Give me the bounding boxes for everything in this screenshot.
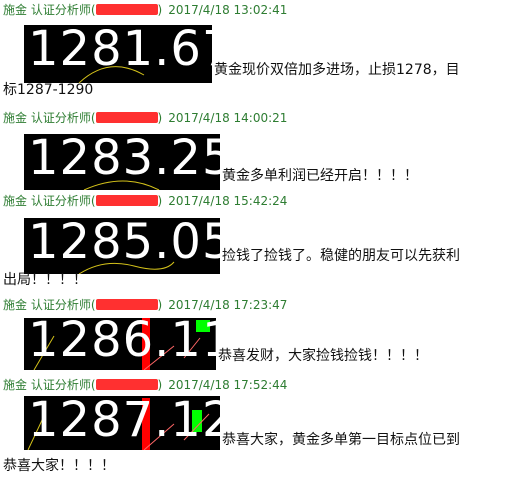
message-timestamp: 2017/4/18 17:52:44 (168, 378, 288, 392)
message-header: 施金 认证分析师() 2017/4/18 13:02:41 (3, 3, 288, 17)
sender-name[interactable]: 施金 认证分析师( (3, 194, 96, 208)
sender-name[interactable]: 施金 认证分析师( (3, 298, 96, 312)
redacted-id (95, 299, 158, 310)
message-timestamp: 2017/4/18 17:23:47 (168, 298, 288, 312)
chat-log: 施金 认证分析师()2017/4/18 13:02:41 1281.67 黄金现… (0, 0, 518, 481)
chat-message: 施金 认证分析师() 2017/4/18 17:52:44 1287.12 恭喜大… (0, 376, 518, 481)
message-text: 捡钱了捡钱了。稳健的朋友可以先获利 (222, 248, 460, 264)
chat-message: 施金 认证分析师() 2017/4/18 15:42:24 1285.05 捡钱了… (0, 192, 518, 296)
chat-message: 施金 认证分析师() 2017/4/18 14:00:21 1283.25 黄金多… (0, 108, 518, 192)
message-text-continued: 出局！！！！ (3, 272, 87, 288)
message-timestamp: 2017/4/18 14:00:21 (168, 111, 288, 125)
message-header: 施金 认证分析师() 2017/4/18 14:00:21 (3, 111, 288, 125)
message-timestamp: 2017/4/18 13:02:41 (168, 3, 288, 17)
sender-name[interactable]: 施金 认证分析师( (3, 3, 96, 17)
message-header: 施金 认证分析师() 2017/4/18 17:23:47 (3, 298, 288, 312)
price-screenshot[interactable]: 1285.05 (24, 218, 220, 274)
price-value: 1286.11 (28, 318, 216, 368)
price-value: 1287.12 (28, 396, 220, 448)
message-text-continued: 恭喜大家！！！！ (3, 458, 115, 474)
sender-name[interactable]: 施金 认证分析师( (3, 111, 96, 125)
message-text-continued: 标1287-1290 (3, 82, 94, 98)
price-screenshot[interactable]: 1286.11 (24, 318, 216, 370)
redacted-id (95, 112, 158, 123)
price-screenshot[interactable]: 1287.12 (24, 396, 220, 450)
price-screenshot[interactable]: 1283.25 (24, 134, 220, 190)
chat-message: 施金 认证分析师()2017/4/18 13:02:41 1281.67 黄金现… (0, 0, 518, 100)
redacted-id (95, 379, 158, 390)
message-text: 恭喜发财，大家捡钱捡钱！！！！ (218, 348, 428, 364)
redacted-id (95, 4, 158, 15)
price-value: 1285.05 (28, 218, 220, 270)
message-text: 恭喜大家，黄金多单第一目标点位已到 (222, 432, 460, 448)
message-timestamp: 2017/4/18 15:42:24 (168, 194, 288, 208)
sender-name[interactable]: 施金 认证分析师( (3, 378, 96, 392)
message-text: 黄金现价双倍加多进场，止损1278，目 (214, 62, 460, 78)
message-header: 施金 认证分析师() 2017/4/18 15:42:24 (3, 194, 288, 208)
chat-message: 施金 认证分析师() 2017/4/18 17:23:47 1286.11 恭喜发… (0, 296, 518, 376)
price-value: 1283.25 (28, 134, 220, 186)
message-text: 黄金多单利润已经开启！！！！ (222, 168, 418, 184)
redacted-id (95, 195, 158, 206)
message-header: 施金 认证分析师() 2017/4/18 17:52:44 (3, 378, 288, 392)
price-value: 1281.67 (28, 25, 212, 77)
price-screenshot[interactable]: 1281.67 (24, 25, 212, 83)
